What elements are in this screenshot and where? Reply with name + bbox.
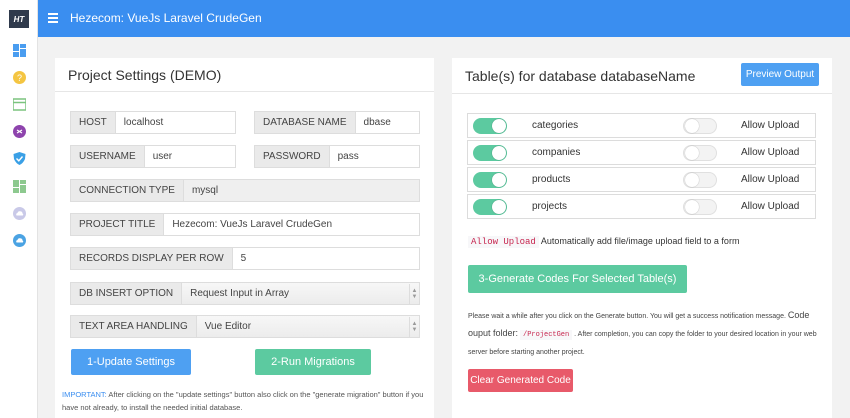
records-per-row-input[interactable]: 5 xyxy=(232,248,419,269)
table-select-toggle[interactable] xyxy=(473,118,507,134)
db-insert-option-value: Request Input in Array xyxy=(190,288,290,299)
generate-codes-button[interactable]: 3-Generate Codes For Selected Table(s) xyxy=(468,265,687,293)
password-input[interactable]: pass xyxy=(329,146,419,167)
output-folder-code: /ProjectGen xyxy=(520,330,573,340)
toggle-knob xyxy=(492,146,506,160)
app-logo[interactable]: HT xyxy=(9,10,29,28)
allow-upload-label: Allow Upload xyxy=(741,201,800,212)
important-note: IMPORTANT: After clicking on the "update… xyxy=(62,388,428,414)
host-input[interactable]: localhost xyxy=(115,112,235,133)
cloud-icon[interactable] xyxy=(13,207,26,220)
run-migrations-button[interactable]: 2-Run Migrations xyxy=(255,349,371,375)
toggle-knob xyxy=(685,119,699,133)
project-title-label: PROJECT TITLE xyxy=(71,214,165,235)
table-name: projects xyxy=(532,201,568,212)
table-row: companies Allow Upload xyxy=(467,140,816,165)
allow-upload-label: Allow Upload xyxy=(741,120,800,131)
important-text: After clicking on the "update settings" … xyxy=(62,390,424,412)
toggle-knob xyxy=(492,173,506,187)
text-area-handling-select[interactable]: Vue Editor ▲ ▼ xyxy=(196,316,419,337)
connection-type-field: CONNECTION TYPE mysql xyxy=(70,179,420,202)
cloud-upload-icon[interactable] xyxy=(13,234,26,247)
table-name: categories xyxy=(532,120,579,131)
connection-type-label: CONNECTION TYPE xyxy=(71,180,184,201)
text-area-handling-label: TEXT AREA HANDLING xyxy=(71,316,197,337)
dashboard-icon[interactable] xyxy=(13,44,26,57)
allow-upload-toggle[interactable] xyxy=(683,118,717,134)
records-per-row-label: RECORDS DISPLAY PER ROW xyxy=(71,248,233,269)
host-label: HOST xyxy=(71,112,116,133)
wait-text-1: Please wait a while after you click on t… xyxy=(468,313,786,320)
host-field: HOST localhost xyxy=(70,111,236,134)
database-name-field: DATABASE NAME dbase xyxy=(254,111,420,134)
username-label: USERNAME xyxy=(71,146,145,167)
project-title-field: PROJECT TITLE Hezecom: VueJs Laravel Cru… xyxy=(70,213,420,236)
table-name: products xyxy=(532,174,571,185)
toggle-knob xyxy=(492,119,506,133)
allow-upload-toggle[interactable] xyxy=(683,199,717,215)
text-area-handling-field: TEXT AREA HANDLING Vue Editor ▲ ▼ xyxy=(70,315,420,338)
help-icon[interactable]: ? xyxy=(13,71,26,84)
password-label: PASSWORD xyxy=(255,146,330,167)
allow-upload-label: Allow Upload xyxy=(741,147,800,158)
records-per-row-field: RECORDS DISPLAY PER ROW 5 xyxy=(70,247,420,270)
project-title-input[interactable]: Hezecom: VueJs Laravel CrudeGen xyxy=(164,214,419,235)
upload-help-text: Automatically add file/image upload fiel… xyxy=(540,236,740,246)
table-icon[interactable] xyxy=(13,98,26,111)
table-row: projects Allow Upload xyxy=(467,194,816,219)
table-select-toggle[interactable] xyxy=(473,199,507,215)
svg-text:?: ? xyxy=(17,73,22,83)
text-area-handling-value: Vue Editor xyxy=(204,321,252,332)
db-insert-option-field: DB INSERT OPTION Request Input in Array … xyxy=(70,282,420,305)
db-insert-option-select[interactable]: Request Input in Array ▲ ▼ xyxy=(182,283,419,304)
settings-icon[interactable] xyxy=(13,125,26,138)
password-field: PASSWORD pass xyxy=(254,145,420,168)
update-settings-button[interactable]: 1-Update Settings xyxy=(71,349,191,375)
preview-output-button[interactable]: Preview Output xyxy=(741,63,819,86)
menu-icon[interactable] xyxy=(48,13,58,23)
connection-type-value: mysql xyxy=(183,180,419,201)
allow-upload-label: Allow Upload xyxy=(741,174,800,185)
important-label: IMPORTANT: xyxy=(62,390,107,399)
allow-upload-toggle[interactable] xyxy=(683,172,717,188)
upload-code: Allow Upload xyxy=(468,236,539,248)
sidebar: HT ? xyxy=(0,0,38,418)
toggle-knob xyxy=(685,200,699,214)
toggle-knob xyxy=(685,173,699,187)
generate-wait-note: Please wait a while after you click on t… xyxy=(468,307,820,361)
top-bar: Hezecom: VueJs Laravel CrudeGen xyxy=(38,0,850,37)
select-arrows-icon: ▲ ▼ xyxy=(409,283,419,304)
table-select-toggle[interactable] xyxy=(473,145,507,161)
username-input[interactable]: user xyxy=(144,146,235,167)
table-name: companies xyxy=(532,147,581,158)
panel-title: Table(s) for database databaseName xyxy=(465,68,696,84)
grid-icon[interactable] xyxy=(13,180,26,193)
toggle-knob xyxy=(492,200,506,214)
upload-help: Allow Upload Automatically add file/imag… xyxy=(468,236,740,248)
toggle-knob xyxy=(685,146,699,160)
username-field: USERNAME user xyxy=(70,145,236,168)
clear-generated-code-button[interactable]: Clear Generated Code xyxy=(468,369,573,392)
shield-icon[interactable] xyxy=(13,152,26,165)
table-row: categories Allow Upload xyxy=(467,113,816,138)
database-name-label: DATABASE NAME xyxy=(255,112,356,133)
db-insert-option-label: DB INSERT OPTION xyxy=(71,283,183,304)
database-name-input[interactable]: dbase xyxy=(355,112,419,133)
panel-header: Project Settings (DEMO) xyxy=(55,58,434,92)
table-select-toggle[interactable] xyxy=(473,172,507,188)
allow-upload-toggle[interactable] xyxy=(683,145,717,161)
table-row: products Allow Upload xyxy=(467,167,816,192)
panel-title: Project Settings (DEMO) xyxy=(68,67,222,83)
app-title: Hezecom: VueJs Laravel CrudeGen xyxy=(70,11,262,25)
select-arrows-icon: ▲ ▼ xyxy=(409,316,419,337)
